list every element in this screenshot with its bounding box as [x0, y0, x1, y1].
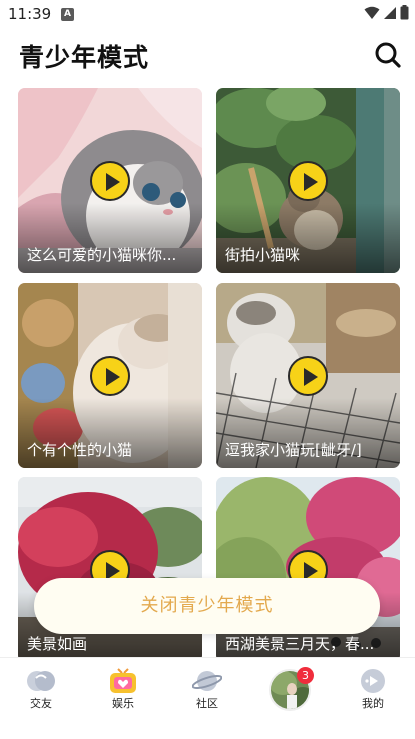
video-card[interactable]: 逗我家小猫玩[龇牙/]: [216, 283, 400, 468]
video-title: 街拍小猫咪: [225, 246, 301, 264]
search-button[interactable]: [373, 40, 403, 70]
video-grid: 这么可爱的小猫咪你... 街拍小猫咪 个有个性的小猫 逗我家小猫玩[龇牙/] 美…: [0, 87, 415, 657]
tv-icon: [110, 668, 136, 693]
notification-badge: 3: [297, 667, 314, 684]
battery-icon: [400, 5, 409, 20]
status-icons: [364, 5, 409, 20]
video-card[interactable]: 这么可爱的小猫咪你...: [18, 88, 202, 273]
nav-item-friends[interactable]: 交友: [11, 668, 71, 711]
header: 青少年模式: [0, 30, 415, 78]
play-icon[interactable]: [90, 160, 130, 201]
app-notification-icon: A: [61, 8, 74, 21]
nav-label: 社区: [196, 697, 218, 710]
nav-item-entertainment[interactable]: 娱乐: [93, 668, 153, 711]
status-time: 11:39: [8, 5, 52, 23]
video-title: 西湖美景三月天，春...: [225, 635, 375, 653]
play-icon[interactable]: [90, 355, 130, 396]
friends-icon: [27, 671, 55, 691]
nav-item-community[interactable]: 社区: [177, 668, 237, 711]
wifi-icon: [364, 6, 380, 19]
nav-label: 交友: [30, 697, 52, 710]
video-title: 美景如画: [27, 635, 88, 653]
video-title: 逗我家小猫玩[龇牙/]: [225, 441, 362, 459]
bottom-nav: 交友 娱乐 社区 3 我的: [0, 657, 415, 739]
nav-label: 我的: [362, 697, 384, 710]
status-bar: 11:39 A: [0, 0, 415, 30]
video-title: 这么可爱的小猫咪你...: [27, 246, 177, 264]
play-icon[interactable]: [288, 160, 328, 201]
page-title: 青少年模式: [19, 43, 150, 72]
cellular-signal-icon: [384, 6, 396, 19]
nav-item-mine[interactable]: 我的: [343, 668, 403, 711]
nav-label: 娱乐: [112, 697, 134, 710]
video-title: 个有个性的小猫: [27, 441, 133, 459]
message-icon: [361, 669, 385, 693]
video-card[interactable]: 个有个性的小猫: [18, 283, 202, 468]
play-icon[interactable]: [288, 355, 328, 396]
video-card[interactable]: 街拍小猫咪: [216, 88, 400, 273]
search-icon: [375, 42, 401, 68]
planet-icon: [192, 671, 222, 691]
close-youth-mode-button[interactable]: 关闭青少年模式: [34, 578, 380, 634]
